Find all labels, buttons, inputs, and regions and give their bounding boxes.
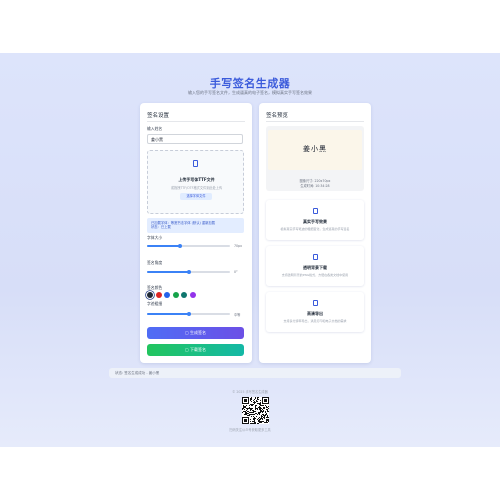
feature-card: 透明背景下载 支持透明背景的PNG格式，方便在各类文档中使用 xyxy=(266,246,364,286)
feature-desc: 模拟真实手写笔迹的粗细变化，生成逼真的手写签名 xyxy=(280,227,350,231)
color-swatch[interactable] xyxy=(181,292,187,298)
page-background: 手写签名生成器 输入您的手写签名文件，生成逼真的电子签名，模拟真实手写签名效果 … xyxy=(0,53,500,447)
feature-title: 真实手写效果 xyxy=(303,219,327,224)
slider-fill xyxy=(147,271,189,273)
export-icon xyxy=(313,300,318,306)
status-bar: 状态: 签名生成成功 - 姜小黑 xyxy=(109,368,401,378)
slant-slider[interactable] xyxy=(147,269,230,274)
divider xyxy=(266,121,364,122)
color-swatch[interactable] xyxy=(189,292,196,298)
divider xyxy=(147,121,245,122)
upload-hint: 或拖拽TTF/OTF格式文件到此处上传 xyxy=(170,186,223,190)
color-swatch[interactable] xyxy=(155,292,162,298)
font-size-slider[interactable] xyxy=(147,243,230,248)
color-label: 签名颜色 xyxy=(147,285,163,290)
font-upload-dropzone[interactable]: 上传手写体TTF文件 或拖拽TTF/OTF格式文件到此处上传 选择字体文件 xyxy=(147,150,244,214)
generate-button[interactable]: ▢ 生成签名 xyxy=(147,327,244,339)
slider-fill xyxy=(147,245,181,247)
thickness-slider[interactable] xyxy=(147,311,230,316)
color-swatch[interactable] xyxy=(147,292,153,298)
slider-fill xyxy=(147,313,189,315)
qr-code xyxy=(242,397,269,424)
feature-title: 高清导出 xyxy=(307,311,323,316)
slider-thumb[interactable] xyxy=(186,269,191,274)
generated-time: 生成时间: 10:34:28 xyxy=(300,184,330,188)
feature-card: 高清导出 支持多分辨率导出，满足打印和电子文档的需求 xyxy=(266,292,364,332)
font-status-line: 状态：已上载 xyxy=(151,225,171,230)
download-button[interactable]: ▢ 下载签名 xyxy=(147,344,244,356)
slant-value: 0° xyxy=(234,269,238,274)
font-size-value: 70px xyxy=(234,243,242,248)
feature-card: 真实手写效果 模拟真实手写笔迹的粗细变化，生成逼真的手写签名 xyxy=(266,200,364,240)
feature-desc: 支持透明背景的PNG格式，方便在各类文档中使用 xyxy=(281,273,349,277)
preview-panel: 签名预览 姜小黑 图像尺寸: 220x70px 生成时间: 10:34:28 真… xyxy=(259,103,371,363)
image-icon xyxy=(313,254,318,260)
font-status-box: 已加载字体：等宽书法字体 (默认) 重新加载 状态：已上载 xyxy=(147,218,244,233)
page-subtitle: 输入您的手写签名文件，生成逼真的电子签名，模拟真实手写签名效果 xyxy=(188,90,312,95)
slider-thumb[interactable] xyxy=(186,311,191,316)
page-title: 手写签名生成器 xyxy=(209,77,291,90)
name-label: 输入姓名 xyxy=(147,126,163,131)
settings-panel-title: 签名设置 xyxy=(147,113,170,119)
name-input[interactable]: 姜小黑 xyxy=(147,134,243,144)
file-icon xyxy=(193,160,198,167)
settings-panel: 签名设置 输入姓名 姜小黑 上传手写体TTF文件 或拖拽TTF/OTF格式文件到… xyxy=(140,103,252,363)
feature-desc: 支持多分辨率导出，满足打印和电子文档的需求 xyxy=(283,319,347,323)
copyright: © 2025 手写签名生成器 xyxy=(232,390,268,394)
upload-title: 上传手写体TTF文件 xyxy=(178,177,215,182)
thickness-value: 中等 xyxy=(234,312,241,317)
signature-text: 姜小黑 xyxy=(303,145,327,153)
signature-preview: 姜小黑 图像尺寸: 220x70px 生成时间: 10:34:28 xyxy=(266,126,364,191)
qr-caption: 扫码关注公众号获取更多工具 xyxy=(229,428,271,432)
thickness-label: 字迹粗细 xyxy=(147,301,163,306)
font-size-label: 字体大小 xyxy=(147,235,163,240)
color-swatch[interactable] xyxy=(164,292,170,298)
pen-icon xyxy=(313,208,318,214)
slider-thumb[interactable] xyxy=(178,243,183,248)
signature-canvas: 姜小黑 xyxy=(268,130,362,170)
slant-label: 签名角度 xyxy=(147,260,163,265)
color-swatch[interactable] xyxy=(172,292,179,298)
choose-font-button[interactable]: 选择字体文件 xyxy=(180,193,212,200)
feature-title: 透明背景下载 xyxy=(303,265,327,270)
preview-panel-title: 签名预览 xyxy=(266,113,289,119)
